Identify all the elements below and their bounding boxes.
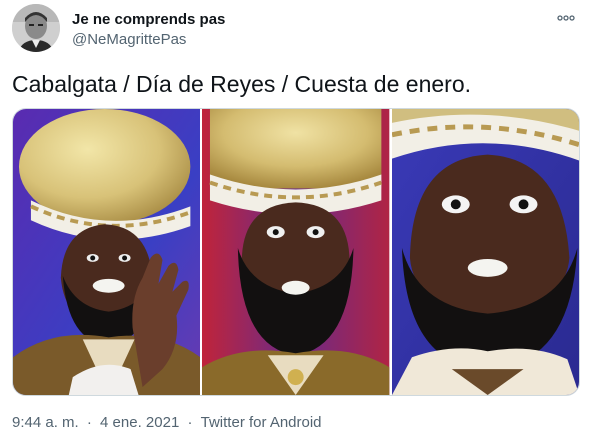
tweet-media[interactable] — [12, 108, 580, 396]
avatar[interactable] — [12, 4, 60, 52]
smiling-waving-king-image — [13, 109, 201, 395]
more-options-icon — [557, 15, 575, 21]
tweet-text: Cabalgata / Día de Reyes / Cuesta de ene… — [12, 71, 472, 97]
tweet-card: Je ne comprends pas @NeMagrittePas Cabal… — [0, 0, 593, 443]
tweet-date[interactable]: 4 ene. 2021 — [100, 414, 179, 431]
author-handle[interactable]: @NeMagrittePas — [72, 31, 186, 48]
profile-photo-icon — [12, 4, 60, 52]
media-panel-3[interactable] — [391, 109, 579, 395]
tweet-header: Je ne comprends pas @NeMagrittePas — [12, 4, 582, 56]
meta-separator: · — [187, 414, 193, 431]
surprised-king-image — [202, 109, 390, 395]
tweet-meta: 9:44 a. m. · 4 ene. 2021 · Twitter for A… — [12, 414, 322, 431]
media-panel-1[interactable] — [13, 109, 201, 395]
meta-separator: · — [86, 414, 92, 431]
wide-eyed-king-closeup-image — [391, 109, 579, 395]
author-name[interactable]: Je ne comprends pas — [72, 11, 225, 28]
more-options-button[interactable] — [554, 6, 578, 30]
tweet-time[interactable]: 9:44 a. m. — [12, 414, 79, 431]
tweet-source[interactable]: Twitter for Android — [201, 414, 322, 431]
media-panel-2[interactable] — [202, 109, 390, 395]
